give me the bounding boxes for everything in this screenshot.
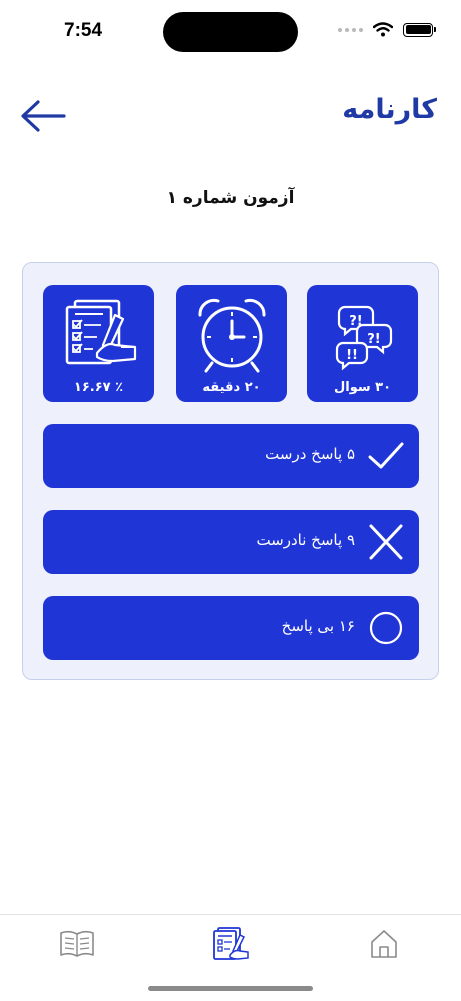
questions-tile: ?! ?! !! ۳۰ سوال bbox=[307, 285, 418, 402]
percent-label: ٪ ۱۶.۶۷ bbox=[73, 380, 124, 395]
exam-sheet-icon bbox=[65, 299, 136, 365]
signal-icon bbox=[338, 27, 363, 32]
wifi-icon bbox=[373, 22, 393, 37]
question-bubbles-icon: ?! ?! !! bbox=[335, 305, 392, 371]
exam-results-icon[interactable] bbox=[210, 925, 250, 961]
status-icons bbox=[338, 22, 436, 37]
status-bar: 7:54 bbox=[0, 0, 461, 60]
check-icon bbox=[368, 442, 404, 469]
circle-icon bbox=[369, 611, 403, 645]
time-label: ۲۰ دقیقه bbox=[202, 380, 261, 395]
incorrect-answers-label: ۹ پاسخ نادرست bbox=[256, 531, 355, 549]
alarm-clock-icon bbox=[198, 298, 265, 373]
page-title: کارنامه bbox=[342, 94, 437, 125]
close-icon bbox=[369, 524, 403, 560]
dynamic-island bbox=[163, 12, 298, 52]
battery-icon bbox=[403, 22, 436, 37]
percent-tile: ٪ ۱۶.۶۷ bbox=[43, 285, 154, 402]
unanswered-row: ۱۶ بی پاسخ bbox=[43, 596, 419, 660]
back-arrow-icon[interactable] bbox=[18, 98, 68, 134]
unanswered-label: ۱۶ بی پاسخ bbox=[281, 617, 355, 635]
questions-label: ۳۰ سوال bbox=[333, 380, 392, 395]
time-tile: ۲۰ دقیقه bbox=[176, 285, 287, 402]
correct-answers-label: ۵ پاسخ درست bbox=[265, 445, 355, 463]
exam-name: آزمون شماره ۱ bbox=[166, 188, 295, 208]
report-card: ٪ ۱۶.۶۷ ۲۰ دقیقه ?! ?! !! ۳۰ سوال ۵ پاسخ… bbox=[22, 262, 439, 680]
home-icon[interactable] bbox=[364, 925, 404, 961]
header: کارنامه bbox=[0, 80, 461, 150]
book-icon[interactable] bbox=[57, 925, 97, 961]
home-indicator bbox=[148, 986, 313, 991]
incorrect-answers-row: ۹ پاسخ نادرست bbox=[43, 510, 419, 574]
correct-answers-row: ۵ پاسخ درست bbox=[43, 424, 419, 488]
status-time: 7:54 bbox=[64, 20, 103, 41]
svg-text:!!: !! bbox=[346, 348, 358, 363]
svg-text:?!: ?! bbox=[367, 332, 380, 347]
